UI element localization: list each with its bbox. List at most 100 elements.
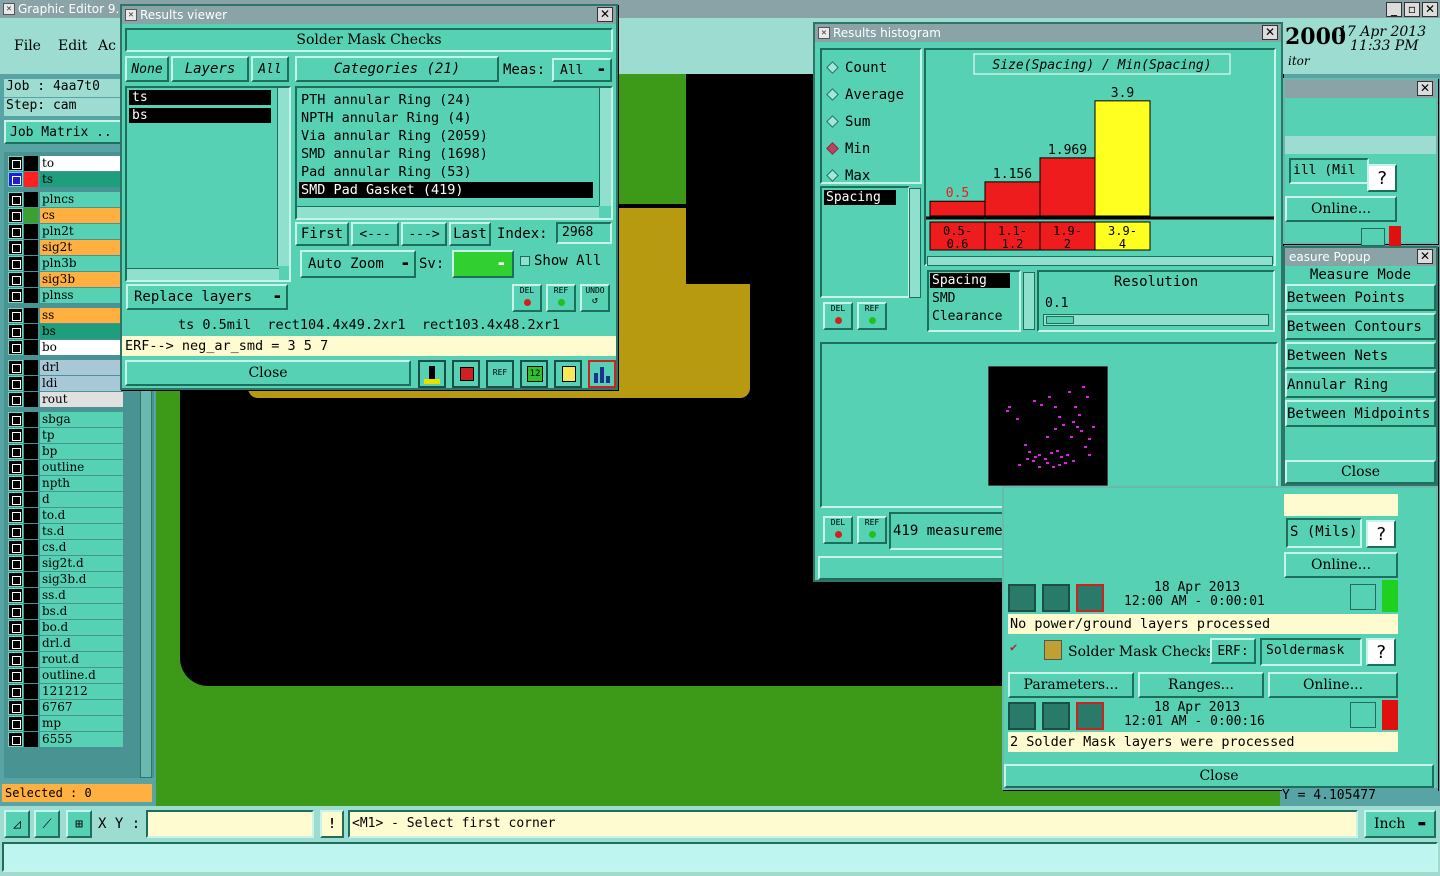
index-field[interactable]: 2968	[556, 222, 612, 244]
measure-mode-between-midpoints[interactable]: Between Midpoints	[1285, 400, 1436, 427]
erf-field[interactable]: Soldermask	[1260, 638, 1362, 666]
layer-checkbox[interactable]	[8, 256, 23, 271]
drc-top-close-icon[interactable]: ✕	[1417, 81, 1433, 96]
run-icon[interactable]	[1008, 584, 1036, 612]
option-sum[interactable]: Sum	[826, 108, 904, 135]
grid-icon[interactable]: ⊞	[66, 810, 92, 838]
layer-name[interactable]: bs.d	[40, 604, 123, 619]
hist-spacing-vscroll[interactable]	[909, 188, 921, 298]
replace-layers-select[interactable]: Replace layers ▬	[126, 284, 288, 310]
hist-measure-smd[interactable]: SMD	[932, 291, 955, 306]
layer-checkbox[interactable]	[8, 652, 23, 667]
run-icon-2[interactable]	[1008, 702, 1036, 730]
prev-button[interactable]: <---	[351, 222, 399, 246]
layer-row-npth[interactable]: npth	[8, 476, 123, 491]
layer-row-drl-d[interactable]: drl.d	[8, 636, 123, 651]
radio-icon[interactable]	[826, 88, 839, 101]
erf-button[interactable]: ERF:	[1210, 638, 1256, 664]
layer-row-sig3b-d[interactable]: sig3b.d	[8, 572, 123, 587]
hist-del-button[interactable]: DEL	[823, 302, 853, 330]
layers-button[interactable]: Layers	[171, 56, 249, 82]
xy-input[interactable]	[146, 810, 314, 838]
layer-checkbox[interactable]	[8, 508, 23, 523]
layer-row-rout[interactable]: rout	[8, 392, 123, 407]
rv-close-icon[interactable]: ✕	[597, 7, 613, 22]
layer-name[interactable]: to	[40, 156, 123, 171]
layer-checkbox[interactable]	[8, 412, 23, 427]
layer-name[interactable]: sig3b	[40, 272, 123, 287]
layer-row-bs-d[interactable]: bs.d	[8, 604, 123, 619]
layer-row-ts[interactable]: ts	[8, 172, 123, 187]
category-item[interactable]: Pad annular Ring (53)	[299, 164, 593, 180]
hist-measure-clearance[interactable]: Clearance	[932, 309, 1002, 324]
layer-name[interactable]: sig2t	[40, 240, 123, 255]
measure-close-button[interactable]: Close	[1285, 460, 1436, 484]
layer-row-6555[interactable]: 6555	[8, 732, 123, 747]
layer-checkbox[interactable]	[8, 476, 23, 491]
categories-button[interactable]: Categories (21)	[295, 56, 499, 82]
layer-row-to-d[interactable]: to.d	[8, 508, 123, 523]
layer-checkbox[interactable]	[8, 556, 23, 571]
layer-checkbox[interactable]	[8, 360, 23, 375]
layer-row-bo[interactable]: bo	[8, 340, 123, 355]
layer-checkbox[interactable]	[8, 732, 23, 747]
export-icon[interactable]	[452, 360, 480, 388]
resolution-slider[interactable]	[1043, 314, 1269, 326]
hist-measure-vscroll[interactable]	[1023, 272, 1035, 330]
layer-checkbox[interactable]	[8, 444, 23, 459]
online-button-2[interactable]: Online...	[1284, 552, 1398, 578]
layer-name[interactable]: pln3b	[40, 256, 123, 271]
layer-checkbox[interactable]	[8, 668, 23, 683]
rv-cat-hscroll[interactable]	[297, 206, 599, 218]
menu-actions[interactable]: Ac	[98, 38, 116, 54]
layer-checkbox[interactable]	[8, 428, 23, 443]
parameters-button[interactable]: Parameters...	[1008, 672, 1134, 698]
layer-row-tp[interactable]: tp	[8, 428, 123, 443]
show-all-checkbox[interactable]	[520, 256, 530, 266]
hist-measure-spacing[interactable]: Spacing	[930, 273, 1010, 288]
smc-enable-checkbox[interactable]: ✔	[1010, 640, 1024, 654]
category-item[interactable]: PTH annular Ring (24)	[299, 92, 593, 108]
layer-checkbox[interactable]	[8, 272, 23, 287]
layer-checkbox[interactable]	[8, 700, 23, 715]
layer-name[interactable]: d	[40, 492, 123, 507]
layer-checkbox[interactable]	[8, 524, 23, 539]
first-button[interactable]: First	[295, 222, 349, 246]
stop-icon-2[interactable]	[1076, 702, 1104, 730]
layer-checkbox[interactable]	[8, 684, 23, 699]
online-button[interactable]: Online...	[1285, 196, 1397, 222]
help-button[interactable]: ?	[1367, 164, 1397, 192]
hist-del-button-2[interactable]: DEL	[823, 516, 853, 544]
histogram-icon[interactable]	[588, 360, 616, 388]
stop-icon[interactable]	[1076, 584, 1104, 612]
category-item[interactable]: Via annular Ring (2059)	[299, 128, 593, 144]
layer-checkbox[interactable]	[8, 156, 23, 171]
zoom-icon[interactable]	[1361, 228, 1385, 246]
layer-row-sbga[interactable]: sbga	[8, 412, 123, 427]
layer-name[interactable]: outline	[40, 460, 123, 475]
layer-row-ldi[interactable]: ldi	[8, 376, 123, 391]
layer-name[interactable]: ts	[40, 172, 123, 187]
online-button-3[interactable]: Online...	[1268, 672, 1398, 698]
layer-name[interactable]: ldi	[40, 376, 123, 391]
layer-checkbox[interactable]	[8, 172, 23, 187]
layer-row-121212[interactable]: 121212	[8, 684, 123, 699]
layer-checkbox[interactable]	[8, 192, 23, 207]
layer-checkbox[interactable]	[8, 636, 23, 651]
hist-ref-button-2[interactable]: REF	[857, 516, 887, 544]
layer-name[interactable]: rout.d	[40, 652, 123, 667]
slider-handle[interactable]	[1046, 316, 1074, 324]
hist-close-icon[interactable]: ✕	[1262, 25, 1278, 40]
layer-row-drl[interactable]: drl	[8, 360, 123, 375]
layer-row-outline[interactable]: outline	[8, 460, 123, 475]
stats-icon[interactable]	[418, 360, 446, 388]
del-button[interactable]: DEL	[512, 284, 542, 312]
menu-file[interactable]: File	[14, 38, 41, 54]
sv-select[interactable]: ▬	[452, 250, 514, 278]
layer-row-sig2t-d[interactable]: sig2t.d	[8, 556, 123, 571]
layer-checkbox[interactable]	[8, 324, 23, 339]
layer-name[interactable]: plnss	[40, 288, 123, 303]
layer-checkbox[interactable]	[8, 540, 23, 555]
close-icon[interactable]: ✕	[1422, 2, 1438, 17]
layer-row-rout-d[interactable]: rout.d	[8, 652, 123, 667]
